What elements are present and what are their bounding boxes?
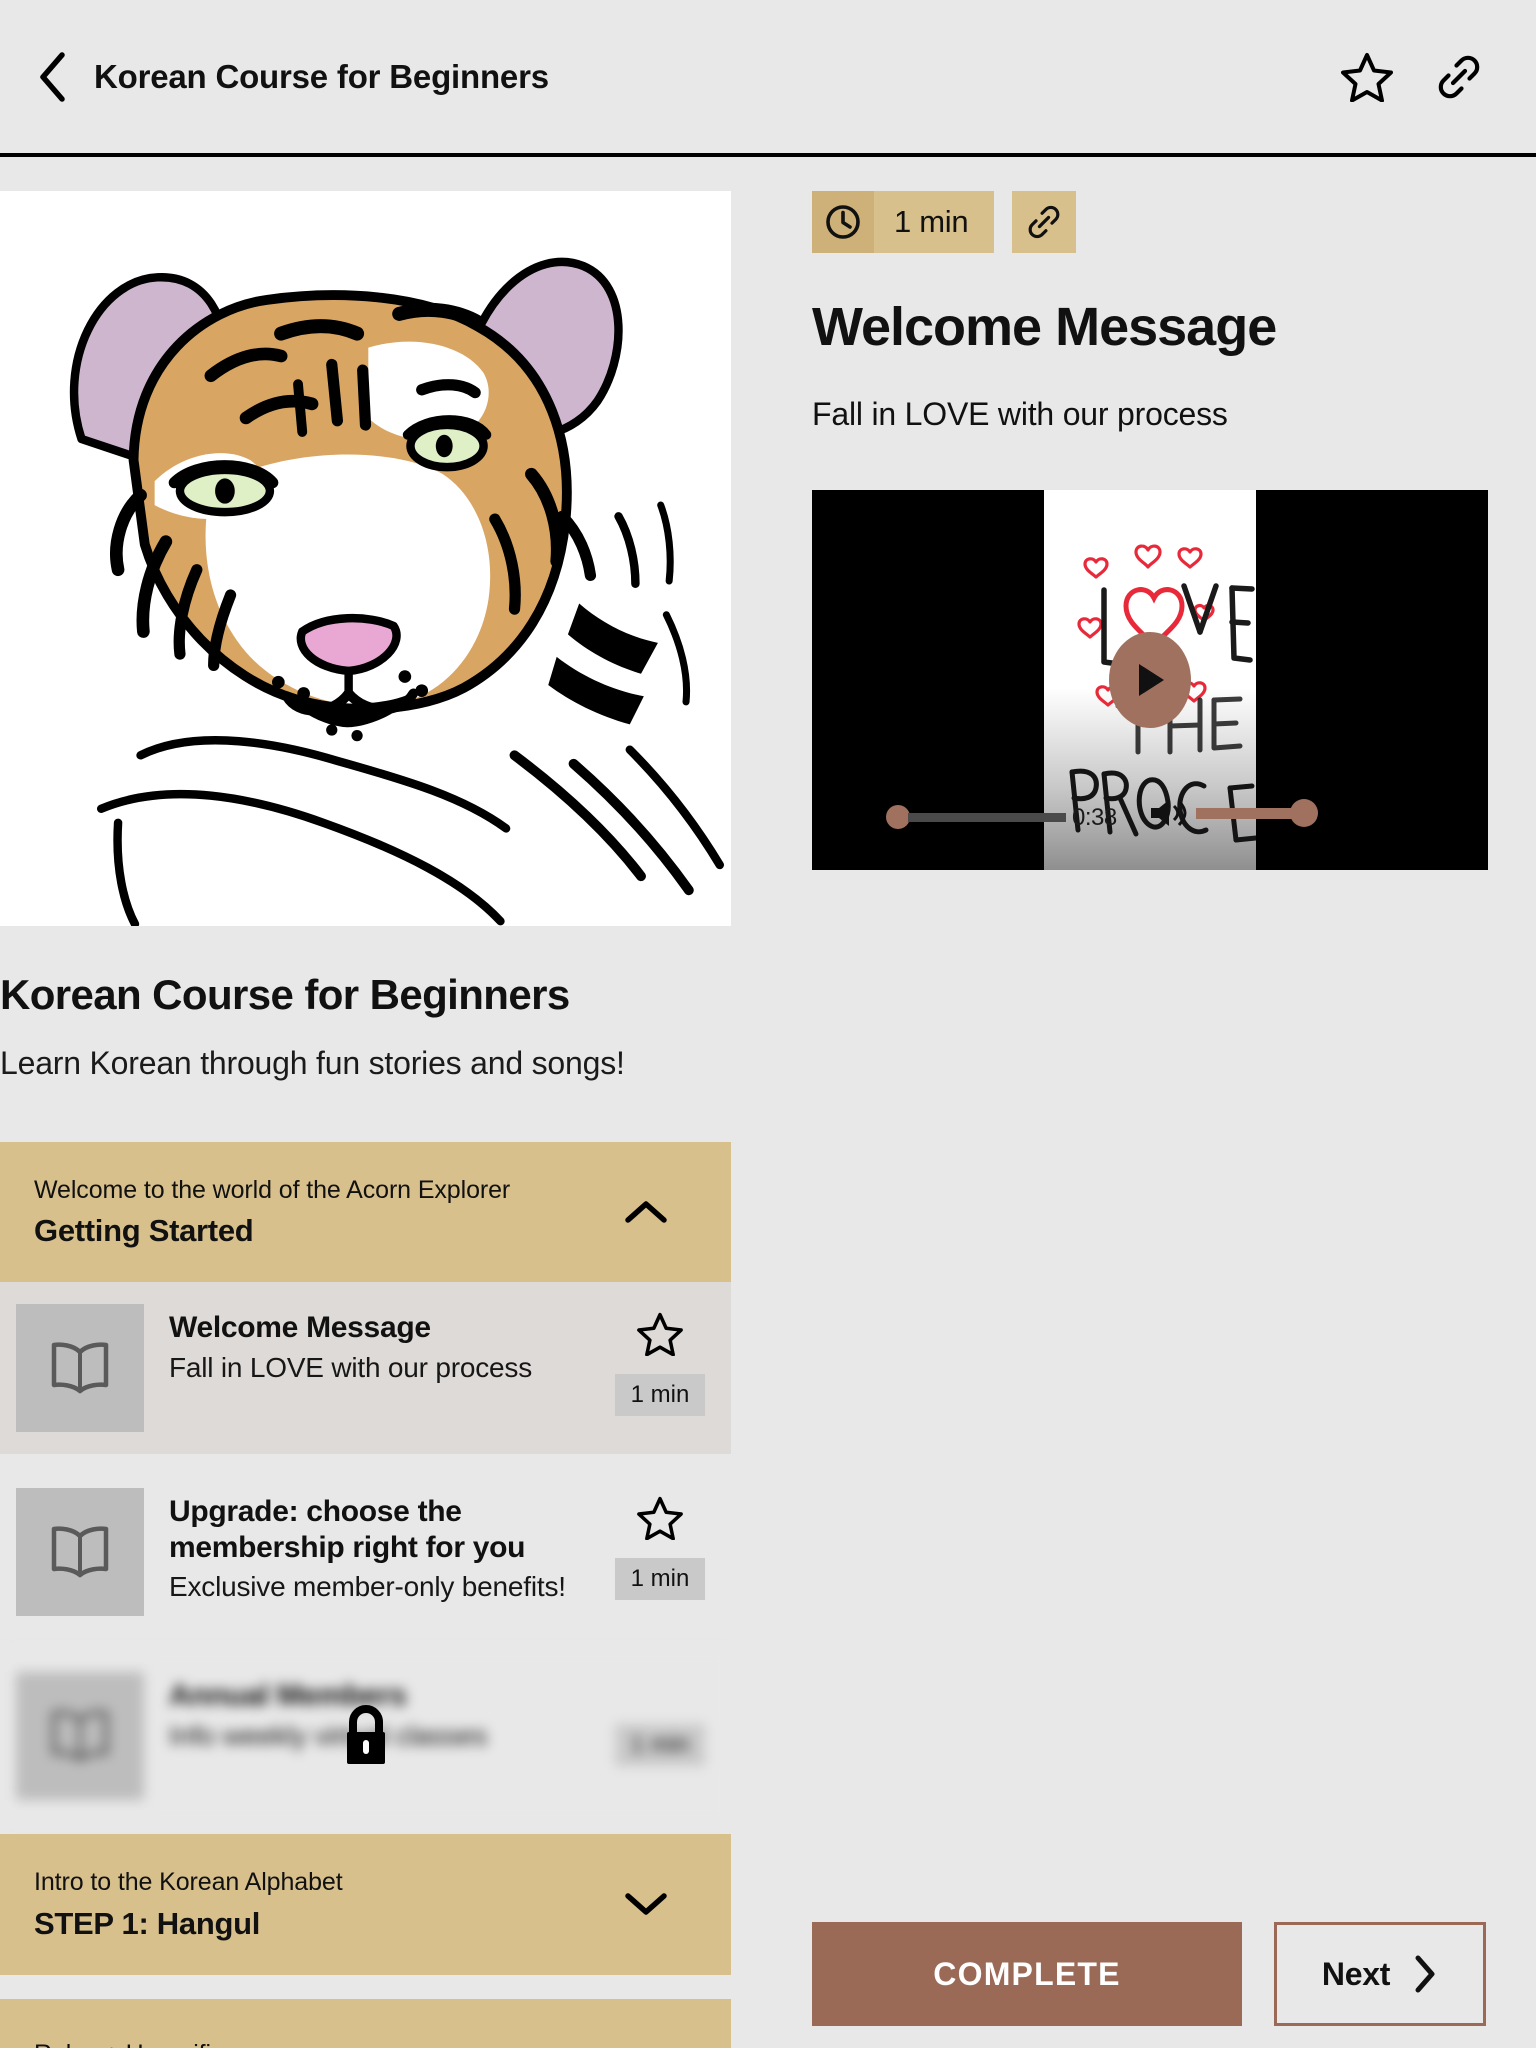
book-open-icon	[51, 1710, 109, 1762]
favorite-button[interactable]	[1340, 50, 1394, 104]
course-subtitle: Learn Korean through fun stories and son…	[0, 1045, 625, 1082]
page-title: Korean Course for Beginners	[94, 57, 549, 95]
section-title: STEP 1: Hangul	[34, 1905, 261, 1941]
lesson-duration: 1 min	[614, 1374, 706, 1417]
star-outline-icon	[637, 1497, 683, 1541]
copy-link-button[interactable]	[1432, 50, 1486, 104]
lesson-duration: 1 min	[614, 1724, 706, 1767]
volume-knob[interactable]	[1290, 799, 1318, 827]
volume-high-icon	[1151, 800, 1187, 826]
lesson-heading: Welcome Message	[812, 297, 1277, 357]
lesson-meta-badges: 1 min	[812, 191, 1536, 253]
course-hero-image	[0, 191, 731, 926]
clock-icon	[812, 191, 874, 253]
play-button[interactable]	[1109, 632, 1191, 728]
chevron-up-icon	[619, 1185, 673, 1239]
section-header-step-1-hangul[interactable]: Intro to the Korean Alphabet STEP 1: Han…	[0, 1834, 731, 1975]
row-divider	[0, 1822, 731, 1835]
header-actions	[1340, 50, 1486, 104]
lesson-duration-text: 1 min	[894, 204, 969, 239]
lesson-title: Annual Members	[169, 1679, 407, 1713]
lesson-detail-panel: 1 min Welcome Message Fall in LOVE with …	[812, 191, 1536, 2048]
next-button[interactable]: Next	[1274, 1922, 1486, 2026]
back-button[interactable]	[22, 46, 84, 108]
lesson-row-locked-wrapper[interactable]: Annual Members Info weekly virtual class…	[0, 1650, 731, 1823]
lesson-duration: 1 min	[614, 1558, 706, 1601]
seek-knob[interactable]	[886, 805, 910, 829]
lesson-row[interactable]: Welcome Message Fall in LOVE with our pr…	[0, 1282, 731, 1455]
seek-track[interactable]	[908, 812, 1066, 822]
section-eyebrow: Welcome to the world of the Acorn Explor…	[34, 1176, 511, 1205]
course-sidebar: Korean Course for Beginners Learn Korean…	[0, 191, 731, 2048]
section-eyebrow: Intro to the Korean Alphabet	[34, 1868, 343, 1897]
tiger-illustration	[0, 193, 731, 926]
chevron-down-icon	[619, 2032, 673, 2048]
section-header-getting-started[interactable]: Welcome to the world of the Acorn Explor…	[0, 1142, 731, 1283]
video-current-time: 0:38	[1072, 804, 1117, 831]
row-divider	[0, 1974, 731, 1999]
lesson-thumbnail	[16, 1672, 144, 1801]
lesson-title: Welcome Message	[169, 1311, 431, 1345]
chevron-down-icon	[619, 1877, 673, 1931]
lesson-favorite-button[interactable]	[637, 1312, 683, 1358]
app-header: Korean Course for Beginners	[0, 0, 1536, 157]
video-player[interactable]: 0:38	[812, 490, 1488, 870]
play-icon	[1139, 664, 1164, 696]
star-outline-icon	[1341, 52, 1393, 102]
link-icon	[1028, 205, 1060, 239]
section-title: Getting Started	[34, 1213, 254, 1249]
section-eyebrow: Rules + Honorifics	[34, 2039, 619, 2048]
row-divider	[0, 1638, 731, 1651]
course-title: Korean Course for Beginners	[0, 971, 570, 1018]
lesson-title: Upgrade: choose the membership right for…	[169, 1495, 526, 1564]
volume-track[interactable]	[1196, 807, 1296, 819]
lesson-row[interactable]: Upgrade: choose the membership right for…	[0, 1466, 731, 1639]
lesson-footer-actions: COMPLETE Next	[812, 1922, 1486, 2026]
lesson-thumbnail	[16, 1488, 144, 1617]
row-divider	[0, 1454, 731, 1467]
book-open-icon	[51, 1526, 109, 1578]
section-header-rules-honorifics[interactable]: Rules + Honorifics	[0, 1998, 731, 2048]
lesson-subtitle: Info weekly virtual classes	[169, 1719, 488, 1751]
seek-slider[interactable]	[886, 805, 1066, 829]
chevron-right-icon	[1415, 1955, 1435, 1993]
next-button-label: Next	[1321, 1955, 1391, 1992]
lesson-copy-link-button[interactable]	[1012, 191, 1077, 253]
chevron-left-icon	[40, 51, 65, 102]
lesson-subtitle: Exclusive member-only benefits!	[169, 1571, 566, 1603]
book-open-icon	[51, 1342, 109, 1394]
lesson-subtitle: Fall in LOVE with our process	[169, 1351, 533, 1383]
complete-button[interactable]: COMPLETE	[812, 1922, 1242, 2026]
link-icon	[1438, 55, 1480, 98]
lesson-favorite-button[interactable]	[637, 1496, 683, 1542]
lesson-row: Annual Members Info weekly virtual class…	[0, 1650, 731, 1823]
lesson-duration-badge[interactable]: 1 min	[812, 191, 995, 253]
volume-control[interactable]	[1148, 796, 1318, 830]
lesson-thumbnail	[16, 1304, 144, 1433]
star-outline-icon	[637, 1313, 683, 1357]
lesson-subheading: Fall in LOVE with our process	[812, 396, 1228, 432]
